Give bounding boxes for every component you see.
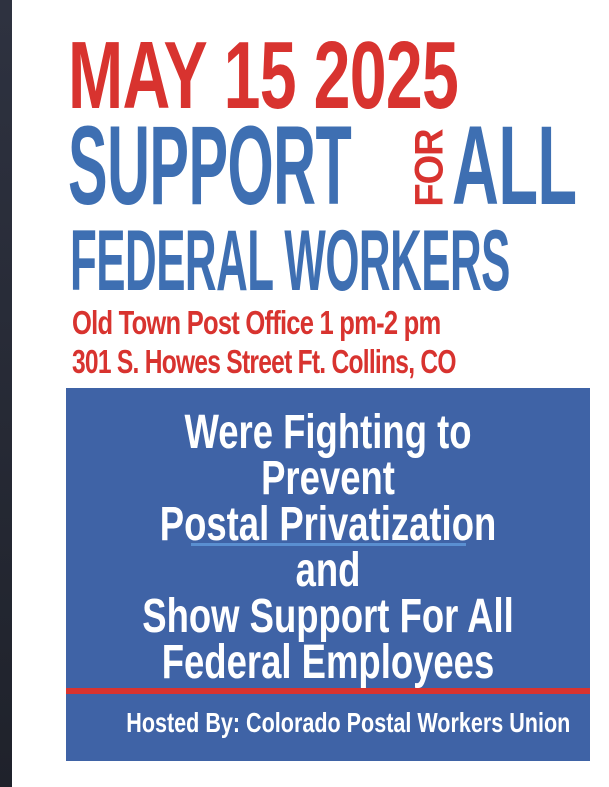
divider-rule xyxy=(66,688,590,694)
headline-support: SUPPORT xyxy=(68,103,352,228)
host-credit: Hosted By: Colorado Postal Workers Union xyxy=(126,707,571,738)
message-line: Prevent xyxy=(261,452,395,505)
headline-all: ALL xyxy=(452,103,577,228)
message-line: Were Fighting to xyxy=(184,406,472,459)
venue-address: 301 S. Howes Street Ft. Collins, CO xyxy=(72,343,457,380)
flyer-image: MAY 15 2025 SUPPORT FOR ALL FEDERAL WORK… xyxy=(12,0,596,787)
message-panel: Were Fighting to Prevent Postal Privatiz… xyxy=(66,388,590,761)
window-edge-left xyxy=(0,0,12,787)
text-underline xyxy=(191,543,466,546)
window-edge-right xyxy=(596,0,609,787)
message-line: Postal Privatization xyxy=(159,498,497,551)
message-line: and xyxy=(295,544,361,597)
message-line: Federal Employees xyxy=(161,636,495,689)
venue-time: Old Town Post Office 1 pm-2 pm xyxy=(72,304,441,341)
headline-for-text: FOR xyxy=(408,129,452,207)
message-line: Show Support For All xyxy=(142,590,514,643)
subheadline-federal-workers: FEDERAL WORKERS xyxy=(70,213,510,309)
message-text: Were Fighting to Prevent Postal Privatiz… xyxy=(66,406,590,689)
headline-for: FOR xyxy=(407,123,453,213)
